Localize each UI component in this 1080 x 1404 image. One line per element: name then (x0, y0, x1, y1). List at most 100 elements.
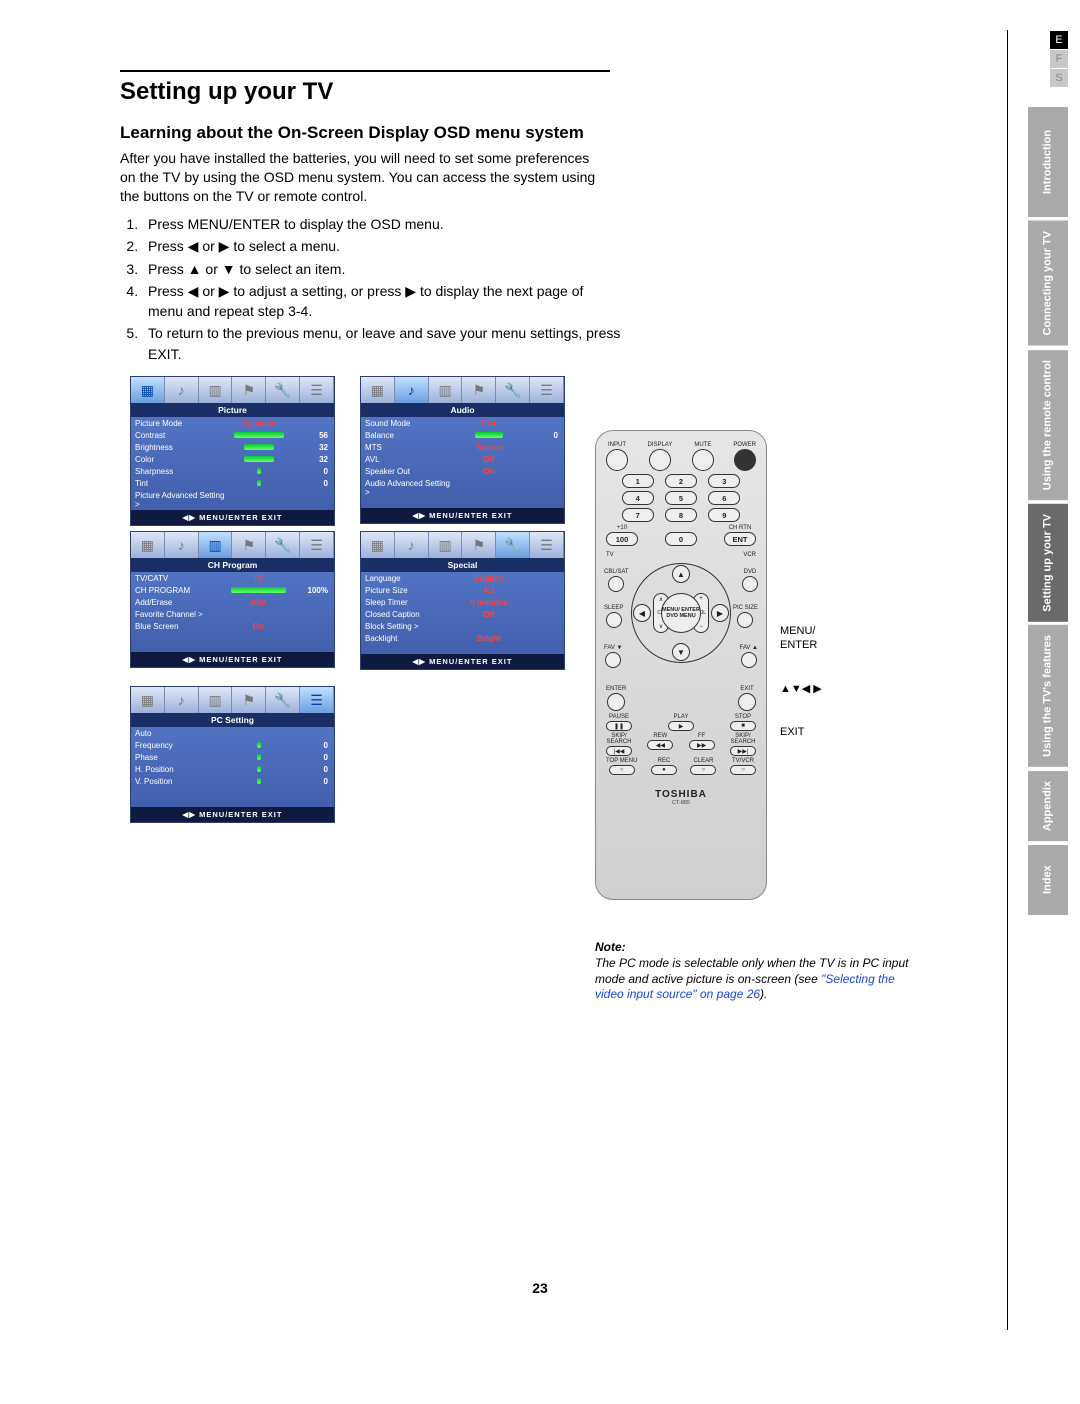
osd-row-num: 56 (289, 429, 334, 441)
osd-row-key: Brightness (131, 441, 228, 453)
osd-tab-icon: 🔧 (496, 377, 530, 403)
num-4-button[interactable]: 4 (622, 491, 654, 505)
fav-up-button[interactable] (741, 652, 757, 668)
osd-tab-icon: ☰ (300, 377, 334, 403)
osd-tab-icon: ▦ (131, 377, 165, 403)
page-title: Setting up your TV (120, 78, 840, 106)
arrow-left-button[interactable]: ◀ (633, 604, 651, 622)
callout-exit: EXIT (780, 726, 822, 740)
skip-back-button[interactable]: |◀◀ (606, 746, 632, 756)
osd-row-key: Picture Mode (131, 417, 228, 429)
sleep-label: SLEEP (604, 605, 623, 611)
osd-pc-setting-menu: ▦♪▥⚑🔧☰PC SettingAutoFrequency0Phase0H. P… (130, 686, 335, 823)
osd-tab-icon: ♪ (165, 687, 199, 713)
input-button[interactable] (606, 449, 628, 471)
num-6-button[interactable]: 6 (708, 491, 740, 505)
page-number: 23 (0, 1280, 1080, 1296)
tvvcr-button[interactable]: ○ (730, 765, 756, 775)
power-label: POWER (733, 442, 756, 448)
osd-row-key: CH PROGRAM (131, 584, 227, 596)
osd-row-key: MTS (361, 441, 458, 453)
rec-button[interactable]: ● (651, 765, 677, 775)
osd-row-key: Sleep Timer (361, 596, 458, 608)
osd-row-num: 100% (290, 584, 334, 596)
display-button[interactable] (649, 449, 671, 471)
menu-enter-button[interactable]: MENU/ ENTER DVD MENU (661, 593, 701, 633)
step-item: Press MENU/ENTER to display the OSD menu… (142, 214, 622, 234)
osd-footer: ◀▶ MENU/ENTER EXIT (131, 652, 334, 667)
osd-tab-icon: ⚑ (462, 532, 496, 558)
stop-button[interactable]: ■ (730, 721, 756, 731)
osd-tab-icon: ♪ (165, 532, 199, 558)
num-1-button[interactable]: 1 (622, 474, 654, 488)
topmenu-button[interactable]: ○ (609, 765, 635, 775)
num-8-button[interactable]: 8 (665, 508, 697, 522)
pause-button[interactable]: ❚❚ (606, 721, 632, 731)
osd-row-key: Frequency (131, 739, 228, 751)
osd-row-key: Audio Advanced Setting > (361, 477, 458, 498)
mode-dvd-label: DVD (744, 569, 757, 575)
skip-fwd-button[interactable]: ▶▶| (730, 746, 756, 756)
stop-label: STOP (735, 714, 751, 720)
num-7-button[interactable]: 7 (622, 508, 654, 522)
tab-connecting[interactable]: Connecting your TV (1028, 221, 1068, 346)
osd-row-key: Speaker Out (361, 465, 458, 477)
osd-row-num: 0 (519, 429, 564, 441)
lang-tab-s[interactable]: S (1050, 69, 1068, 87)
num-5-button[interactable]: 5 (665, 491, 697, 505)
osd-row-val: Flat (458, 417, 519, 429)
exit-button[interactable] (738, 693, 756, 711)
osd-tab-icon: ☰ (300, 687, 334, 713)
exit-label: EXIT (740, 686, 753, 692)
tab-index[interactable]: Index (1028, 845, 1068, 915)
picsize-button[interactable] (737, 612, 753, 628)
num-3-button[interactable]: 3 (708, 474, 740, 488)
osd-row-num: 0 (289, 477, 334, 489)
rew-button[interactable]: ◀◀ (647, 740, 673, 750)
lang-tab-f[interactable]: F (1050, 50, 1068, 68)
arrow-right-button[interactable]: ▶ (711, 604, 729, 622)
num-100-button[interactable]: 100 (606, 532, 638, 546)
num-2-button[interactable]: 2 (665, 474, 697, 488)
fav-down-button[interactable] (605, 652, 621, 668)
dvd-button[interactable] (742, 576, 758, 592)
rec-label: REC (658, 758, 671, 764)
note-block: Note: The PC mode is selectable only whe… (595, 940, 915, 1003)
power-button[interactable] (734, 449, 756, 471)
mute-button[interactable] (692, 449, 714, 471)
osd-row-val: Stereo (458, 441, 519, 453)
remote-body: INPUT DISPLAY MUTE POWER 123456789 +1010… (595, 430, 767, 900)
tab-appendix[interactable]: Appendix (1028, 771, 1068, 841)
osd-row-val: 0 minutes (458, 596, 519, 608)
osd-row-key: Contrast (131, 429, 228, 441)
tab-remote[interactable]: Using the remote control (1028, 350, 1068, 500)
arrow-down-button[interactable]: ▼ (672, 643, 690, 661)
osd-row-num: 0 (289, 465, 334, 477)
tab-setting-up[interactable]: Setting up your TV (1028, 504, 1068, 622)
osd-tab-icon: ▥ (429, 532, 463, 558)
osd-row-key: V. Position (131, 775, 228, 787)
clear-button[interactable]: ○ (690, 765, 716, 775)
arrow-up-button[interactable]: ▲ (672, 565, 690, 583)
fav-down-label: FAV ▼ (604, 645, 623, 651)
osd-row-num: 32 (289, 453, 334, 465)
mode-tv-label: TV (606, 552, 614, 558)
enter-button[interactable] (607, 693, 625, 711)
osd-row-val (228, 727, 289, 739)
num-9-button[interactable]: 9 (708, 508, 740, 522)
dpad: ∧CH∨ +VOL− ▲ ▼ ◀ ▶ MENU/ ENTER DVD MENU (631, 563, 731, 663)
osd-row-val (458, 620, 519, 632)
osd-title: Audio (361, 403, 564, 417)
cblsat-button[interactable] (608, 576, 624, 592)
num-0-button[interactable]: 0 (665, 532, 697, 546)
lang-tab-e[interactable]: E (1050, 31, 1068, 49)
ent-button[interactable]: ENT (724, 532, 756, 546)
remote-model: CT-885 (606, 800, 756, 806)
sleep-button[interactable] (606, 612, 622, 628)
osd-row-val: Dynamic (228, 417, 289, 429)
tab-introduction[interactable]: Introduction (1028, 107, 1068, 217)
tab-features[interactable]: Using the TV's features (1028, 625, 1068, 767)
section-heading: Learning about the On-Screen Display OSD… (120, 122, 840, 143)
ff-button[interactable]: ▶▶ (689, 740, 715, 750)
play-button[interactable]: ▶ (668, 721, 694, 731)
